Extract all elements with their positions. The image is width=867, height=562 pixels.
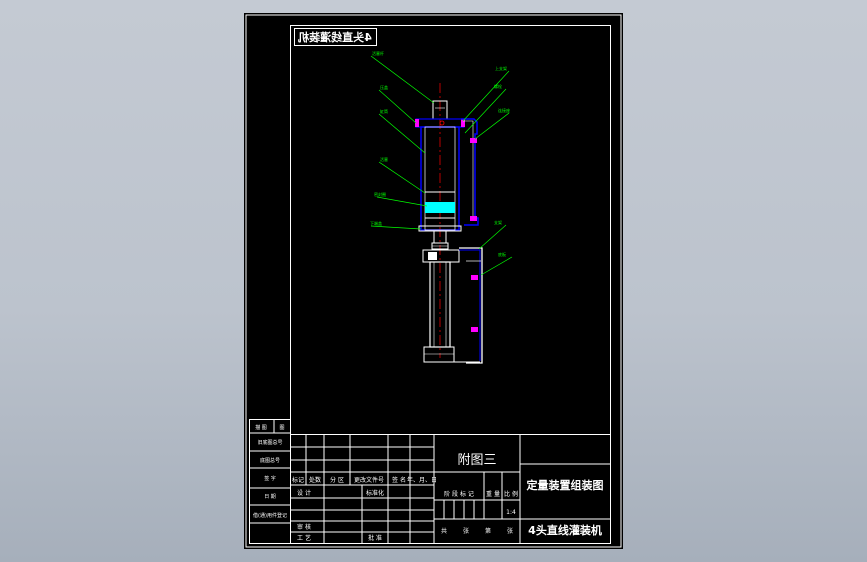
bracket-bolt-1	[470, 138, 477, 143]
rev-header-5: 签 名	[392, 476, 406, 484]
mount-nut	[428, 252, 437, 260]
part-label-3: 缸筒	[380, 108, 388, 114]
assembly-drawing: 活塞杆 压盖 缸筒 活塞 密封圈 下端盖 上支架 螺栓 连接座 支架 底板	[370, 50, 513, 364]
part-label-5: 密封圈	[374, 191, 386, 197]
left-row-6-label: 借(通)用件登记	[253, 512, 287, 519]
rev-header-1: 标记	[292, 476, 304, 484]
left-row-4-label: 签 字	[264, 475, 276, 482]
assembly-title: 定量装置组装图	[527, 478, 604, 492]
upper-bracket	[461, 118, 479, 226]
mirrored-stamp-text: 4头直线灌装机	[298, 30, 372, 44]
left-row-2-label: 旧底图总号	[257, 439, 282, 446]
role-label-process: 工 艺	[297, 534, 311, 542]
left-row-5-label: 日 期	[264, 494, 276, 500]
rev-header-2: 处数	[309, 476, 321, 484]
role-label-design: 设 计	[297, 489, 311, 497]
cap-bolt-right	[461, 119, 465, 127]
lower-bracket	[459, 247, 483, 364]
footer-4: 张	[507, 527, 513, 535]
stage-header-2: 重 量	[486, 490, 500, 498]
left-row-1-label: 描 图	[255, 424, 267, 431]
bracket-bolt-2	[470, 216, 477, 221]
footer-2: 张	[463, 527, 469, 535]
part-label-10: 支架	[494, 219, 502, 225]
scale-value: 1:4	[506, 509, 516, 516]
role-label-review: 审 核	[297, 523, 311, 531]
part-label-6: 下端盖	[370, 220, 382, 226]
left-signature-column: 描 图 图 旧底图总号 底图总号 签 字 日 期 借(通)用件登记	[249, 419, 291, 544]
mirrored-stamp: 4头直线灌装机	[294, 28, 377, 46]
machine-name: 4头直线灌装机	[528, 523, 602, 537]
approval-label: 批 准	[368, 534, 382, 542]
part-label-2: 压盖	[380, 84, 388, 90]
rev-header-4: 更改文件号	[354, 476, 384, 484]
rev-header-3: 分 区	[330, 476, 344, 484]
leader-lines	[370, 55, 513, 276]
stage-header-3: 比 例	[504, 490, 518, 498]
drawing-name: 附图三	[457, 453, 496, 468]
rev-header-6: 年、月、日	[407, 476, 437, 484]
part-label-9: 连接座	[498, 107, 510, 113]
lower-bolt-2	[471, 327, 478, 332]
part-label-4: 活塞	[380, 156, 388, 162]
part-label-11: 底板	[498, 251, 506, 257]
part-label-7: 上支架	[495, 65, 507, 71]
footer-1: 共	[441, 527, 447, 535]
standardization-label: 标准化	[366, 489, 384, 497]
fluid-chamber	[425, 202, 455, 213]
left-row-1-value: 图	[279, 425, 284, 431]
lower-foot	[423, 346, 455, 363]
part-label-1: 活塞杆	[372, 50, 384, 56]
left-row-3-label: 底图总号	[260, 457, 280, 464]
drawing-sheet[interactable]: 4头直线灌装机 描 图 图 旧底图总号 底图总号 签 字 日 期 借(通)用件登…	[244, 13, 623, 549]
stage-header-1: 阶 段 标 记	[444, 490, 474, 498]
cad-viewport[interactable]: 4头直线灌装机 描 图 图 旧底图总号 底图总号 签 字 日 期 借(通)用件登…	[0, 0, 867, 562]
part-label-8: 螺栓	[494, 83, 502, 89]
lower-bolt-1	[471, 275, 478, 280]
footer-3: 第	[485, 527, 491, 535]
drawing-canvas: 4头直线灌装机 描 图 图 旧底图总号 底图总号 签 字 日 期 借(通)用件登…	[245, 14, 622, 548]
